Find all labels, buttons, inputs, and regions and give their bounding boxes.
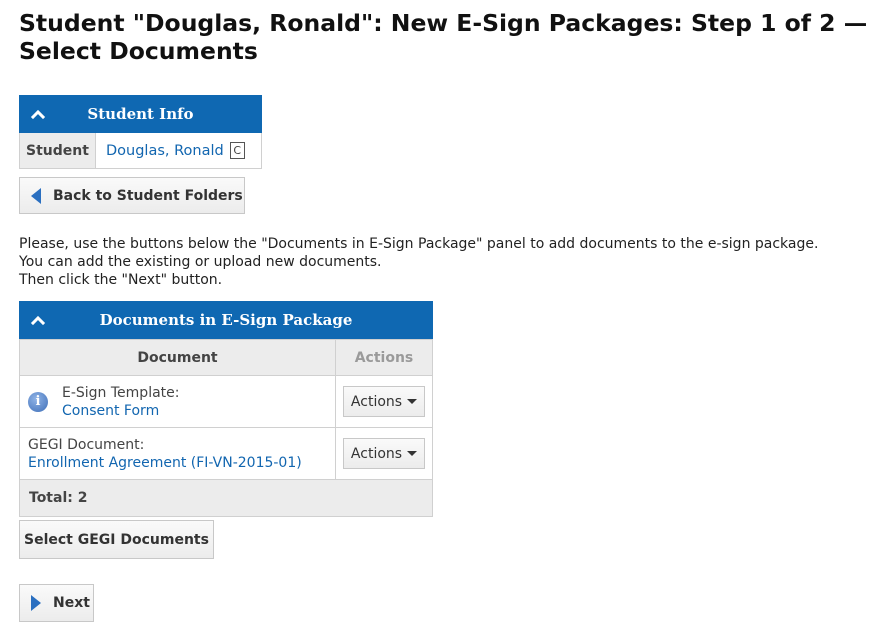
document-type: GEGI Document: — [28, 436, 145, 453]
documents-panel-title: Documents in E-Sign Package — [99, 311, 353, 329]
documents-table: Document Actions i E-Sign Template: Cons… — [19, 339, 433, 517]
table-header-row: Document Actions — [19, 339, 433, 376]
documents-panel-header: Documents in E-Sign Package — [19, 301, 433, 339]
actions-dropdown-button[interactable]: Actions — [343, 438, 425, 469]
documents-panel: Documents in E-Sign Package Document Act… — [19, 301, 433, 517]
next-button-label: Next — [53, 595, 90, 611]
select-gegi-documents-button[interactable]: Select GEGI Documents — [19, 520, 214, 559]
arrow-right-icon — [31, 595, 41, 611]
actions-dropdown-button[interactable]: Actions — [343, 386, 425, 417]
student-row: Student Douglas, Ronald C — [19, 133, 262, 169]
student-value: Douglas, Ronald C — [96, 133, 261, 168]
instruction-line-2: You can add the existing or upload new d… — [19, 254, 382, 270]
table-total-row: Total: 2 — [19, 479, 433, 517]
back-to-student-folders-button[interactable]: Back to Student Folders — [19, 177, 245, 214]
info-icon[interactable]: i — [28, 391, 48, 412]
select-button-label: Select GEGI Documents — [24, 531, 209, 548]
student-info-title: Student Info — [87, 105, 194, 123]
instructions-text: Please, use the buttons below the "Docum… — [19, 235, 879, 289]
instruction-line-3: Then click the "Next" button. — [19, 272, 223, 288]
instruction-line-1: Please, use the buttons below the "Docum… — [19, 236, 819, 252]
caret-down-icon — [407, 399, 418, 404]
actions-button-label: Actions — [350, 445, 403, 462]
copy-badge-icon[interactable]: C — [229, 142, 245, 159]
document-type: E-Sign Template: — [62, 384, 180, 401]
total-count: Total: 2 — [19, 479, 433, 517]
chevron-up-icon[interactable] — [30, 106, 46, 122]
actions-cell: Actions — [335, 375, 433, 428]
back-button-label: Back to Student Folders — [53, 187, 243, 204]
arrow-left-icon — [31, 187, 41, 204]
document-link[interactable]: Enrollment Agreement (FI-VN-2015-01) — [28, 455, 302, 471]
student-name-link[interactable]: Douglas, Ronald — [106, 143, 224, 159]
student-label: Student — [20, 133, 96, 168]
caret-down-icon — [407, 451, 418, 456]
chevron-up-icon[interactable] — [30, 312, 46, 328]
document-cell: i E-Sign Template: Consent Form — [19, 375, 336, 428]
actions-cell: Actions — [335, 427, 433, 480]
student-info-panel: Student Info Student Douglas, Ronald C — [19, 95, 262, 169]
next-button[interactable]: Next — [19, 584, 94, 622]
table-row: i E-Sign Template: Consent Form Actions — [19, 375, 433, 428]
actions-button-label: Actions — [350, 393, 403, 410]
column-header-actions: Actions — [335, 339, 433, 376]
document-link[interactable]: Consent Form — [62, 403, 159, 419]
page-title: Student "Douglas, Ronald": New E-Sign Pa… — [19, 9, 868, 65]
student-info-header: Student Info — [19, 95, 262, 133]
document-cell: GEGI Document: Enrollment Agreement (FI-… — [19, 427, 336, 480]
table-row: GEGI Document: Enrollment Agreement (FI-… — [19, 427, 433, 480]
column-header-document: Document — [19, 339, 336, 376]
